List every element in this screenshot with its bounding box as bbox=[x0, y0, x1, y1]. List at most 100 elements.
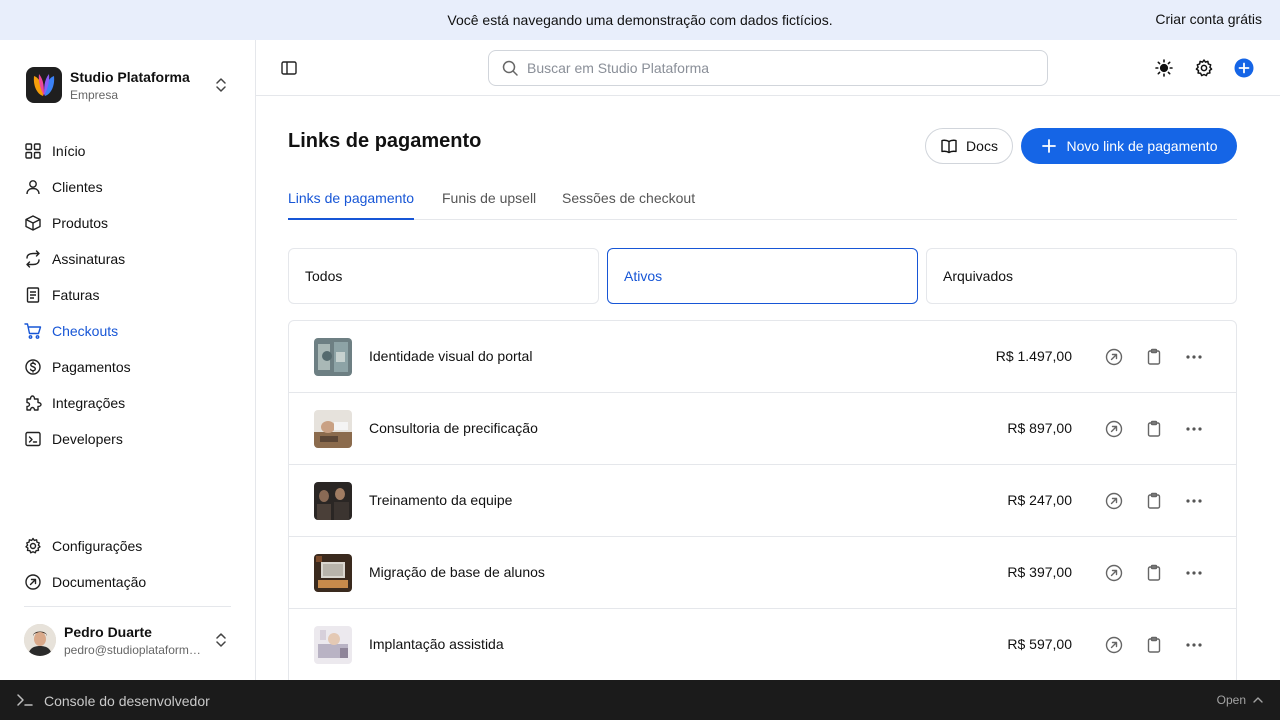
console-open-button[interactable]: Open bbox=[1217, 693, 1264, 707]
table-row[interactable]: Implantação assistida R$ 597,00 bbox=[289, 609, 1236, 680]
chevron-updown-icon bbox=[216, 78, 226, 92]
sidebar-item-produtos[interactable]: Produtos bbox=[24, 205, 232, 241]
sidebar-item-documentacao[interactable]: Documentação bbox=[24, 564, 232, 600]
sidebar-nav: Início Clientes Produtos Assinaturas Fat… bbox=[24, 133, 232, 457]
clipboard-icon[interactable] bbox=[1144, 491, 1164, 511]
user-icon bbox=[26, 180, 40, 195]
org-switcher[interactable]: Studio Plataforma Empresa bbox=[26, 66, 236, 104]
clipboard-icon[interactable] bbox=[1144, 419, 1164, 439]
open-link-icon[interactable] bbox=[1104, 347, 1124, 367]
link-name[interactable]: Treinamento da equipe bbox=[369, 492, 512, 508]
search-box[interactable] bbox=[488, 50, 1048, 86]
search-icon bbox=[502, 60, 518, 76]
sidebar-item-clientes[interactable]: Clientes bbox=[24, 169, 232, 205]
sidebar-item-label: Assinaturas bbox=[52, 251, 126, 267]
more-icon[interactable] bbox=[1184, 419, 1204, 439]
sidebar-item-label: Integrações bbox=[52, 395, 126, 411]
dollar-icon bbox=[25, 359, 41, 375]
gear-icon bbox=[25, 537, 41, 554]
filter-archived[interactable]: Arquivados bbox=[926, 248, 1237, 304]
sidebar-item-label: Configurações bbox=[52, 538, 143, 554]
sidebar-item-label: Documentação bbox=[52, 574, 147, 590]
link-price: R$ 247,00 bbox=[1007, 492, 1072, 508]
sidebar-item-checkouts[interactable]: Checkouts bbox=[24, 313, 232, 349]
link-price: R$ 1.497,00 bbox=[995, 348, 1072, 364]
sidebar: Studio Plataforma Empresa Início Cliente… bbox=[0, 40, 256, 680]
product-thumbnail bbox=[314, 626, 352, 664]
filter-active[interactable]: Ativos bbox=[607, 248, 918, 304]
more-icon[interactable] bbox=[1184, 635, 1204, 655]
sidebar-item-label: Início bbox=[52, 143, 86, 159]
clipboard-icon[interactable] bbox=[1144, 563, 1164, 583]
clipboard-icon[interactable] bbox=[1144, 347, 1164, 367]
link-name[interactable]: Migração de base de alunos bbox=[369, 564, 545, 580]
sidebar-item-faturas[interactable]: Faturas bbox=[24, 277, 232, 313]
sidebar-item-label: Developers bbox=[52, 431, 123, 447]
docs-button-label: Docs bbox=[966, 138, 998, 154]
plus-icon bbox=[1041, 139, 1056, 153]
book-icon bbox=[941, 139, 957, 154]
sidebar-item-label: Produtos bbox=[52, 215, 109, 231]
user-email: pedro@studioplataforma.com bbox=[64, 642, 206, 657]
gear-icon[interactable] bbox=[1194, 58, 1214, 78]
new-payment-link-button[interactable]: Novo link de pagamento bbox=[1021, 128, 1237, 164]
search-input[interactable] bbox=[527, 60, 1027, 76]
link-name[interactable]: Implantação assistida bbox=[369, 636, 504, 652]
main-content: Links de pagamento Docs Novo link de pag… bbox=[256, 96, 1280, 680]
sidebar-item-assinaturas[interactable]: Assinaturas bbox=[24, 241, 232, 277]
filter-all[interactable]: Todos bbox=[288, 248, 599, 304]
puzzle-icon bbox=[26, 395, 42, 411]
sidebar-item-label: Faturas bbox=[52, 287, 100, 303]
create-account-link[interactable]: Criar conta grátis bbox=[1155, 11, 1262, 27]
tab-bar: Links de pagamento Funis de upsell Sessõ… bbox=[288, 186, 1237, 220]
cart-icon bbox=[24, 323, 42, 339]
clipboard-icon[interactable] bbox=[1144, 635, 1164, 655]
sidebar-item-developers[interactable]: Developers bbox=[24, 421, 232, 457]
table-row[interactable]: Migração de base de alunos R$ 397,00 bbox=[289, 537, 1236, 609]
user-name: Pedro Duarte bbox=[64, 623, 152, 640]
terminal-prompt-icon bbox=[17, 694, 33, 706]
tab-upsell-funnels[interactable]: Funis de upsell bbox=[442, 190, 536, 220]
open-link-icon[interactable] bbox=[1104, 635, 1124, 655]
sidebar-item-integracoes[interactable]: Integrações bbox=[24, 385, 232, 421]
demo-banner: Você está navegando uma demonstração com… bbox=[0, 0, 1280, 40]
sidebar-item-inicio[interactable]: Início bbox=[24, 133, 232, 169]
sidebar-item-label: Clientes bbox=[52, 179, 103, 195]
add-circle-icon[interactable] bbox=[1234, 58, 1254, 78]
chevron-up-icon bbox=[1253, 697, 1263, 703]
tab-checkout-sessions[interactable]: Sessões de checkout bbox=[562, 190, 695, 220]
sidebar-item-pagamentos[interactable]: Pagamentos bbox=[24, 349, 232, 385]
sidebar-item-label: Pagamentos bbox=[52, 359, 131, 375]
payment-links-list: Identidade visual do portal R$ 1.497,00 … bbox=[288, 320, 1237, 680]
product-thumbnail bbox=[314, 482, 352, 520]
sidebar-divider bbox=[24, 606, 231, 607]
more-icon[interactable] bbox=[1184, 347, 1204, 367]
console-label: Console do desenvolvedor bbox=[44, 693, 210, 709]
table-row[interactable]: Identidade visual do portal R$ 1.497,00 bbox=[289, 321, 1236, 393]
org-name: Studio Plataforma bbox=[70, 68, 190, 85]
docs-button[interactable]: Docs bbox=[925, 128, 1013, 164]
link-price: R$ 897,00 bbox=[1007, 420, 1072, 436]
sun-icon[interactable] bbox=[1154, 58, 1174, 78]
product-thumbnail bbox=[314, 554, 352, 592]
box-icon bbox=[25, 215, 41, 231]
more-icon[interactable] bbox=[1184, 563, 1204, 583]
developer-console-bar[interactable]: Console do desenvolvedor Open bbox=[0, 680, 1280, 720]
link-name[interactable]: Consultoria de precificação bbox=[369, 420, 538, 436]
open-link-icon[interactable] bbox=[1104, 563, 1124, 583]
tab-payment-links[interactable]: Links de pagamento bbox=[288, 190, 415, 220]
grid-icon bbox=[25, 143, 41, 159]
open-link-icon[interactable] bbox=[1104, 491, 1124, 511]
link-name[interactable]: Identidade visual do portal bbox=[369, 348, 532, 364]
table-row[interactable]: Treinamento da equipe R$ 247,00 bbox=[289, 465, 1236, 537]
sidebar-toggle-icon[interactable] bbox=[280, 59, 298, 77]
user-menu[interactable]: Pedro Duarte pedro@studioplataforma.com bbox=[24, 620, 234, 660]
sidebar-item-configuracoes[interactable]: Configurações bbox=[24, 528, 232, 564]
demo-banner-message: Você está navegando uma demonstração com… bbox=[447, 12, 833, 28]
avatar bbox=[24, 624, 56, 656]
table-row[interactable]: Consultoria de precificação R$ 897,00 bbox=[289, 393, 1236, 465]
open-link-icon[interactable] bbox=[1104, 419, 1124, 439]
console-open-label: Open bbox=[1216, 693, 1246, 707]
more-icon[interactable] bbox=[1184, 491, 1204, 511]
org-subtitle: Empresa bbox=[70, 87, 119, 102]
